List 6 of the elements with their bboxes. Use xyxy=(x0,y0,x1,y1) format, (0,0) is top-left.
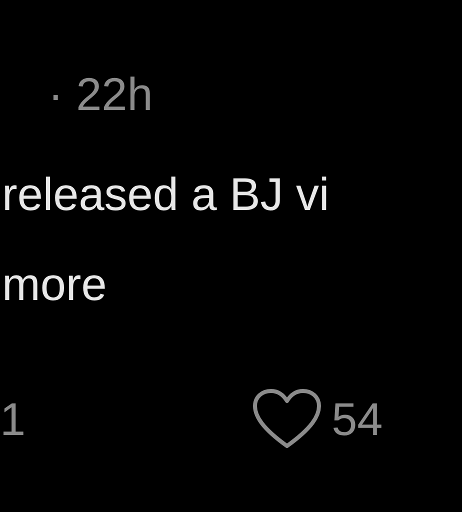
post-text: more xyxy=(2,257,107,312)
like-count[interactable]: 54 xyxy=(332,391,383,447)
heart-icon[interactable] xyxy=(252,388,322,450)
post-time: · 22h xyxy=(48,67,153,122)
reply-count[interactable]: 1 xyxy=(0,391,26,447)
post-text: released a BJ vi xyxy=(2,167,330,222)
